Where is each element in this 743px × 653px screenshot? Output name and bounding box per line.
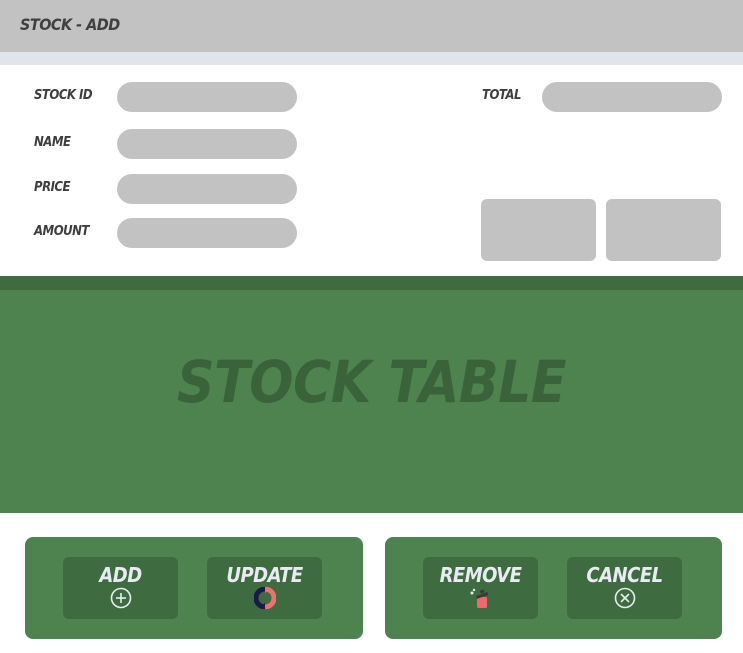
table-header-strip [0,276,743,290]
refresh-icon [254,587,276,609]
button-group-left: ADD UPDATE [25,537,363,639]
remove-button[interactable]: REMOVE [423,557,538,619]
stock-table[interactable]: STOCK TABLE [0,290,743,513]
update-button[interactable]: UPDATE [207,557,322,619]
cancel-button-label: CANCEL [586,563,663,587]
total-label: TOTAL [482,88,521,103]
title-bar: STOCK - ADD [0,0,743,52]
update-button-label: UPDATE [226,563,303,587]
title-divider [0,52,743,65]
trash-icon [470,588,489,608]
remove-button-label: REMOVE [439,563,522,587]
stock-id-input[interactable] [117,82,297,112]
plus-circle-icon [110,587,132,609]
table-title: STOCK TABLE [176,348,567,416]
add-button[interactable]: ADD [63,557,178,619]
blank-panel-left [481,199,596,261]
price-label: PRICE [34,180,71,195]
name-label: NAME [34,135,71,150]
window-title: STOCK - ADD [20,15,120,34]
amount-label: AMOUNT [34,224,89,239]
x-circle-icon [614,587,636,609]
cancel-button[interactable]: CANCEL [567,557,682,619]
add-button-label: ADD [99,563,142,587]
amount-input[interactable] [117,218,297,248]
price-input[interactable] [117,174,297,204]
stock-id-label: STOCK ID [34,88,93,103]
button-group-right: REMOVE CANCEL [385,537,722,639]
blank-panel-right [606,199,721,261]
total-input[interactable] [542,82,722,112]
name-input[interactable] [117,129,297,159]
